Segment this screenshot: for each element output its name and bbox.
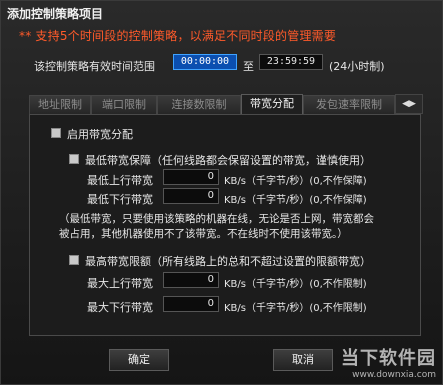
min-down-unit: KB/s（千字节/秒）(0,不作保障) — [224, 195, 367, 206]
to-label: 至 — [243, 60, 254, 73]
watermark-name: 当下软件园 — [341, 348, 436, 369]
tab-packet-rate-limit[interactable]: 发包速率限制 — [303, 95, 395, 114]
chevron-left-icon[interactable]: ◀ — [402, 99, 409, 109]
min-up-input[interactable]: 0 — [163, 169, 219, 185]
time-format-hint: (24小时制) — [329, 60, 385, 73]
chevron-right-icon[interactable]: ▶ — [409, 99, 416, 109]
max-up-unit: KB/s（千字节/秒）(0,不作限制) — [224, 279, 367, 290]
max-up-input[interactable]: 0 — [163, 272, 219, 288]
min-bandwidth-label: 最低带宽保障（任何线路都会保留设置的带宽，谨慎使用） — [85, 154, 371, 167]
ok-button[interactable]: 确定 — [109, 349, 169, 371]
start-time-input[interactable]: 00:00:00 — [173, 54, 237, 70]
tab-bandwidth[interactable]: 带宽分配 — [241, 94, 303, 115]
min-bandwidth-note-2: 被占用，其他机器使用不了该带宽。不在线时不使用该带宽。） — [59, 228, 348, 240]
tab-address-limit[interactable]: 地址限制 — [29, 95, 91, 114]
min-bandwidth-checkbox[interactable] — [69, 154, 79, 164]
max-bandwidth-checkbox[interactable] — [69, 255, 79, 265]
max-down-input[interactable]: 0 — [163, 296, 219, 312]
enable-bandwidth-label: 启用带宽分配 — [67, 128, 133, 141]
max-bandwidth-label: 最高带宽限额（所有线路上的总和不超过设置的限额带宽） — [85, 255, 371, 268]
tab-scroll-arrows[interactable]: ◀▶ — [395, 94, 423, 114]
watermark-logo: 当下软件园 www.downxia.com — [341, 344, 436, 380]
min-up-label: 最低上行带宽 — [87, 174, 153, 187]
enable-bandwidth-checkbox[interactable] — [51, 128, 61, 138]
min-down-label: 最低下行带宽 — [87, 193, 153, 206]
min-down-input[interactable]: 0 — [163, 188, 219, 204]
max-down-unit: KB/s（千字节/秒）(0,不作限制) — [224, 303, 367, 314]
min-bandwidth-note-1: （最低带宽，只要使用该策略的机器在线，无论是否上网，带宽都会 — [59, 213, 374, 225]
end-time-input[interactable]: 23:59:59 — [259, 54, 323, 70]
tab-connection-limit[interactable]: 连接数限制 — [157, 95, 241, 114]
notice-text: ** 支持5个时间段的控制策略，以满足不同时段的管理需要 — [19, 29, 337, 43]
max-up-label: 最大上行带宽 — [87, 277, 153, 290]
tab-port-limit[interactable]: 端口限制 — [91, 95, 157, 114]
watermark-url: www.downxia.com — [352, 370, 436, 380]
window-title: 添加控制策略项目 — [7, 7, 104, 21]
time-range-label: 该控制策略有效时间范围 — [34, 60, 155, 73]
cancel-button[interactable]: 取消 — [273, 349, 333, 371]
dialog-window: 添加控制策略项目 ** 支持5个时间段的控制策略，以满足不同时段的管理需要 该控… — [0, 0, 443, 385]
min-up-unit: KB/s（千字节/秒）(0,不作保障) — [224, 176, 367, 187]
max-down-label: 最大下行带宽 — [87, 301, 153, 314]
